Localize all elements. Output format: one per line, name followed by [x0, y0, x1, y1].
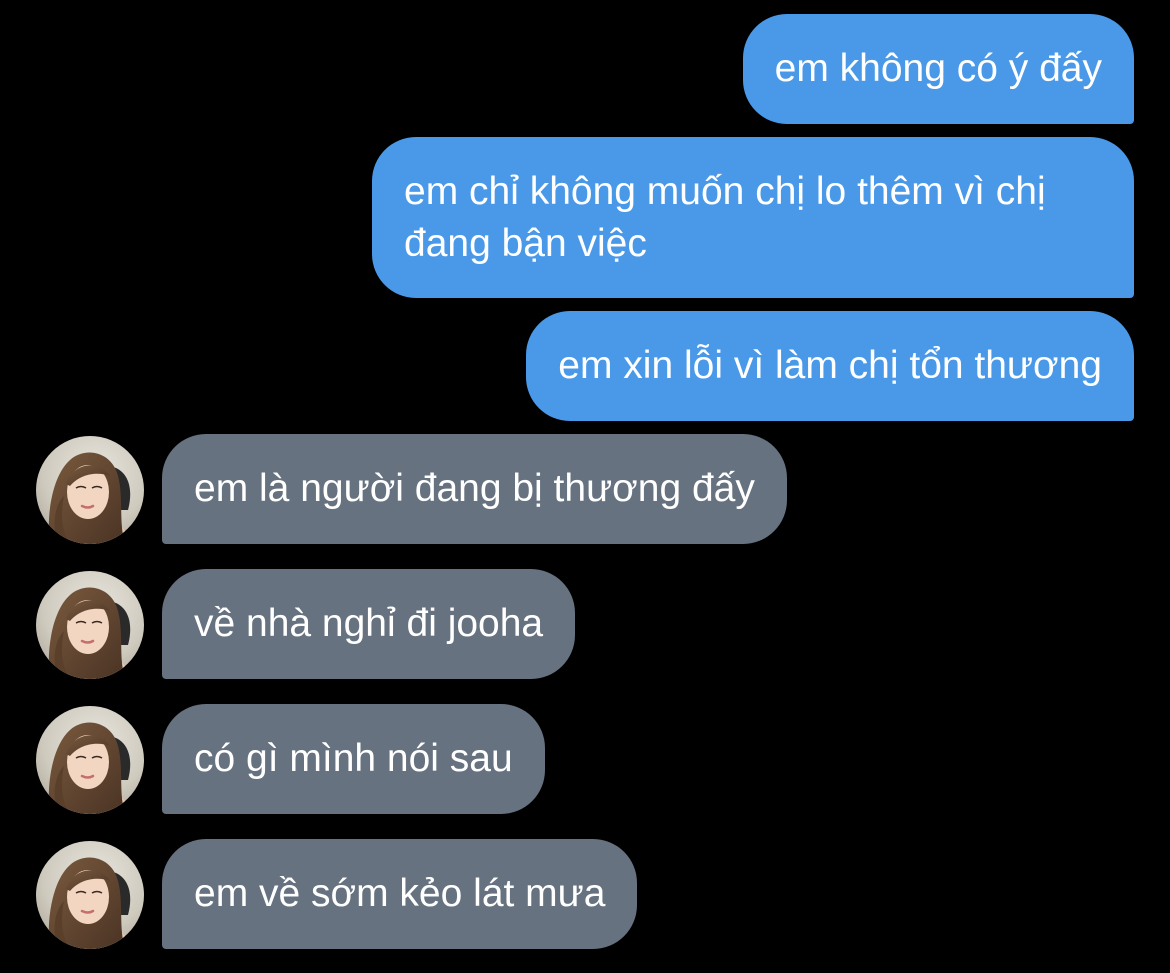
- message-text: em về sớm kẻo lát mưa: [194, 872, 606, 915]
- received-message-bubble[interactable]: có gì mình nói sau: [162, 704, 545, 814]
- contact-photo-icon: [36, 841, 144, 949]
- contact-avatar[interactable]: [36, 571, 144, 679]
- message-text: có gì mình nói sau: [194, 737, 513, 780]
- message-text: em xin lỗi vì làm chị tổn thương: [558, 344, 1102, 387]
- sent-message-bubble[interactable]: em không có ý đấy: [742, 14, 1134, 124]
- sent-message-bubble[interactable]: em xin lỗi vì làm chị tổn thương: [526, 311, 1134, 421]
- message-text: em không có ý đấy: [774, 47, 1102, 90]
- received-message-bubble[interactable]: em là người đang bị thương đấy: [162, 434, 787, 544]
- contact-avatar[interactable]: [36, 706, 144, 814]
- sent-message-bubble[interactable]: em chỉ không muốn chị lo thêm vì chị đan…: [372, 137, 1134, 298]
- received-message-bubble[interactable]: về nhà nghỉ đi jooha: [162, 569, 576, 679]
- contact-avatar[interactable]: [36, 436, 144, 544]
- contact-photo-icon: [36, 571, 144, 679]
- message-text: về nhà nghỉ đi jooha: [194, 602, 544, 645]
- contact-photo-icon: [36, 436, 144, 544]
- message-text: em là người đang bị thương đấy: [194, 467, 755, 510]
- contact-photo-icon: [36, 706, 144, 814]
- contact-avatar[interactable]: [36, 841, 144, 949]
- message-text: em chỉ không muốn chị lo thêm vì chị đan…: [404, 169, 1046, 265]
- received-message-bubble[interactable]: em về sớm kẻo lát mưa: [162, 839, 638, 949]
